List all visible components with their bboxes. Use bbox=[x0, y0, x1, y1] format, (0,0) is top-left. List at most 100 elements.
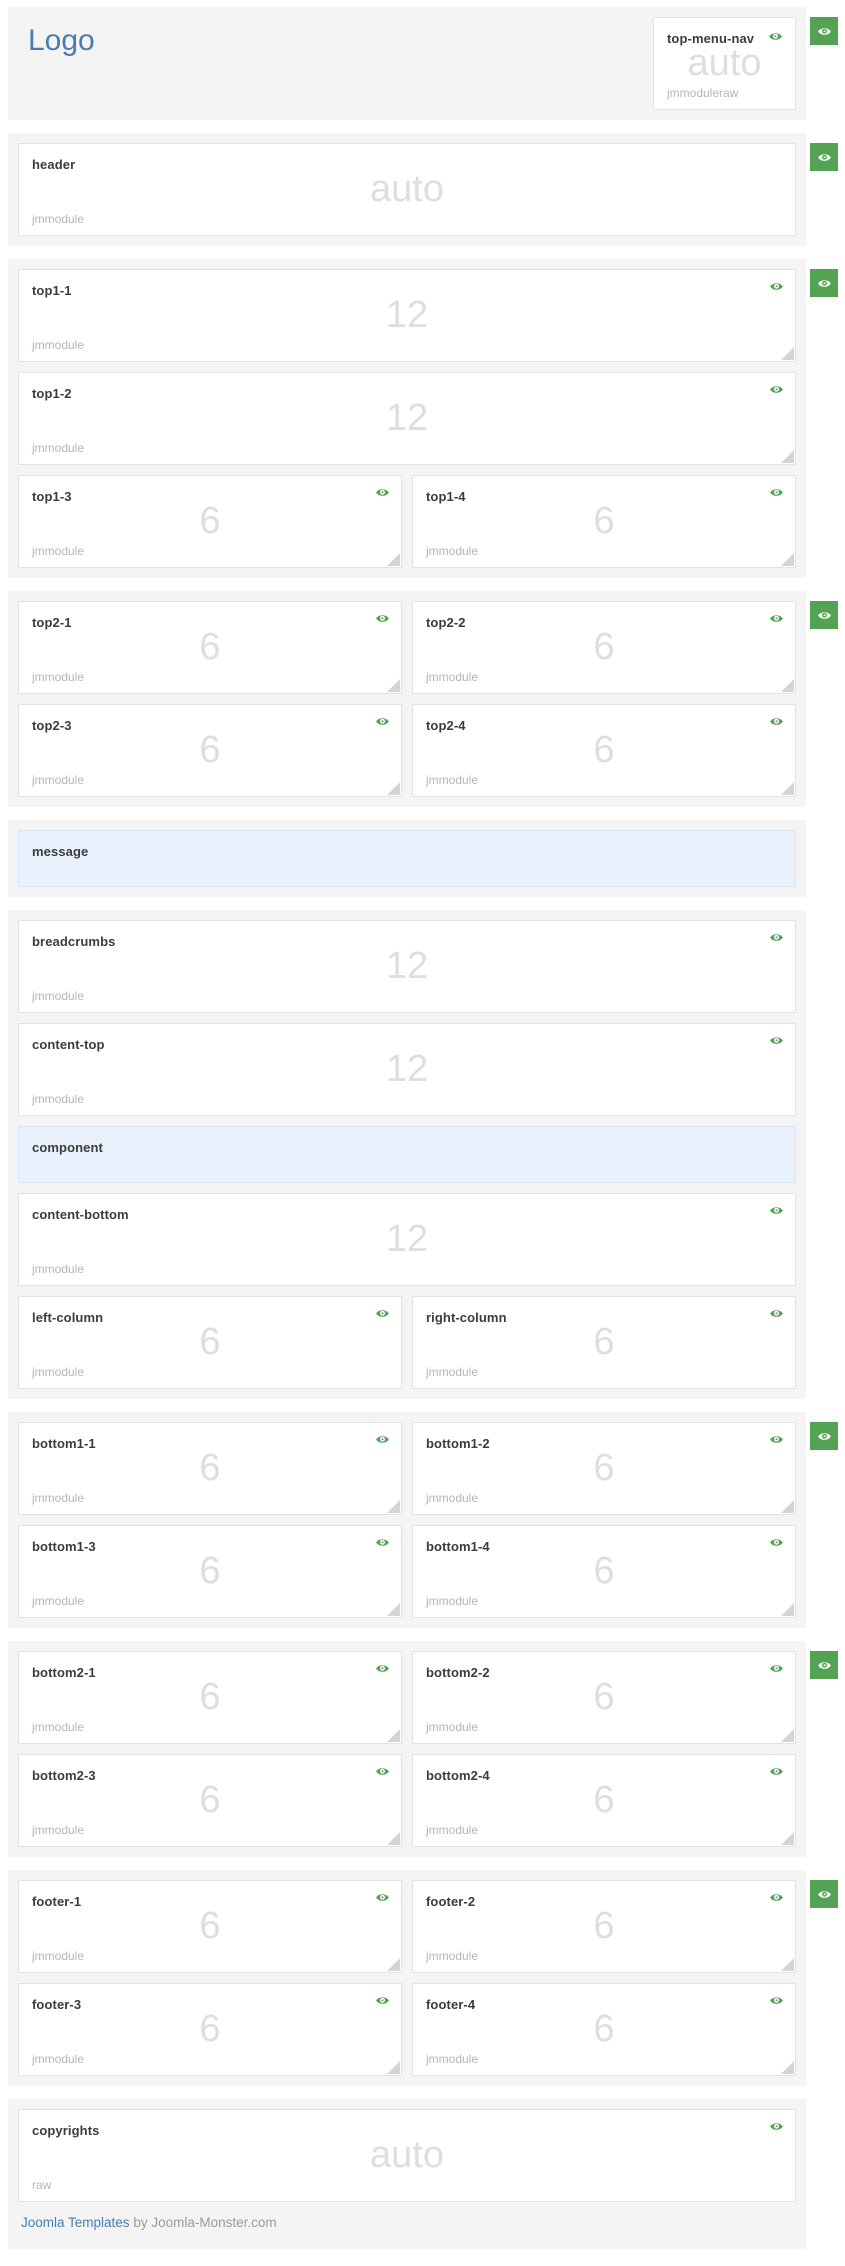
module-row: message bbox=[18, 830, 796, 887]
position-box-top1-2: top1-212jmmodule bbox=[18, 372, 796, 465]
module-type-label: jmmodule bbox=[32, 670, 84, 684]
eye-icon[interactable] bbox=[375, 1308, 390, 1319]
eye-icon[interactable] bbox=[768, 31, 783, 42]
module-type-label: jmmodule bbox=[32, 338, 84, 352]
grid-size-value: 6 bbox=[19, 731, 401, 769]
eye-icon[interactable] bbox=[769, 1035, 784, 1046]
position-box-left-column: left-column6jmmodule bbox=[18, 1296, 402, 1389]
section-visibility-toggle-button[interactable] bbox=[810, 1651, 838, 1679]
eye-icon[interactable] bbox=[375, 1766, 390, 1777]
resize-handle[interactable] bbox=[387, 1603, 400, 1616]
section-visibility-toggle-button[interactable] bbox=[810, 17, 838, 45]
section-header: headerautojmmodule bbox=[8, 133, 806, 246]
section-row-copyrights: copyrightsautorawJoomla Templates by Joo… bbox=[8, 2099, 845, 2249]
eye-icon[interactable] bbox=[769, 613, 784, 624]
eye-icon[interactable] bbox=[769, 487, 784, 498]
eye-icon[interactable] bbox=[769, 1766, 784, 1777]
grid-size-value: 6 bbox=[413, 628, 795, 666]
eye-icon[interactable] bbox=[769, 716, 784, 727]
section-message: message bbox=[8, 820, 806, 897]
eye-icon[interactable] bbox=[375, 1663, 390, 1674]
section-row-bottom1: bottom1-16jmmodulebottom1-26jmmodule bott… bbox=[8, 1412, 845, 1628]
section-top: Logo top-menu-navautojmmoduleraw bbox=[8, 7, 806, 120]
eye-icon[interactable] bbox=[769, 1205, 784, 1216]
grid-size-value: 6 bbox=[413, 502, 795, 540]
resize-handle[interactable] bbox=[781, 679, 794, 692]
resize-handle[interactable] bbox=[781, 1500, 794, 1513]
eye-icon[interactable] bbox=[769, 932, 784, 943]
resize-handle[interactable] bbox=[781, 1729, 794, 1742]
eye-icon[interactable] bbox=[375, 1537, 390, 1548]
section-top1: top1-112jmmoduletop1-212jmmoduletop1-36j… bbox=[8, 259, 806, 578]
eye-icon[interactable] bbox=[769, 1434, 784, 1445]
module-type-label: jmmodule bbox=[32, 1365, 84, 1379]
section-rows-top1: top1-112jmmoduletop1-212jmmoduletop1-36j… bbox=[18, 269, 796, 568]
resize-handle[interactable] bbox=[781, 1958, 794, 1971]
resize-handle[interactable] bbox=[387, 1958, 400, 1971]
module-type-label: jmmodule bbox=[426, 773, 478, 787]
resize-handle[interactable] bbox=[387, 1500, 400, 1513]
section-rows-copyrights: copyrightsautorawJoomla Templates by Joo… bbox=[18, 2109, 796, 2230]
resize-handle[interactable] bbox=[781, 553, 794, 566]
eye-icon[interactable] bbox=[769, 384, 784, 395]
resize-handle[interactable] bbox=[387, 553, 400, 566]
module-row: top2-16jmmoduletop2-26jmmodule bbox=[18, 601, 796, 694]
section-rows-header: headerautojmmodule bbox=[18, 143, 796, 236]
module-type-label: jmmodule bbox=[426, 1594, 478, 1608]
eye-icon[interactable] bbox=[375, 487, 390, 498]
joomla-templates-link[interactable]: Joomla Templates bbox=[21, 2215, 130, 2230]
position-box-top1-4: top1-46jmmodule bbox=[412, 475, 796, 568]
resize-handle[interactable] bbox=[387, 679, 400, 692]
position-box-bottom1-4: bottom1-46jmmodule bbox=[412, 1525, 796, 1618]
section-visibility-toggle-button[interactable] bbox=[810, 269, 838, 297]
resize-handle[interactable] bbox=[781, 347, 794, 360]
eye-icon[interactable] bbox=[375, 1892, 390, 1903]
section-visibility-toggle-button[interactable] bbox=[810, 1880, 838, 1908]
grid-size-value: 6 bbox=[413, 1323, 795, 1361]
eye-icon[interactable] bbox=[769, 281, 784, 292]
module-type-label: raw bbox=[32, 2178, 51, 2192]
eye-icon[interactable] bbox=[375, 1434, 390, 1445]
eye-icon[interactable] bbox=[375, 613, 390, 624]
eye-icon[interactable] bbox=[769, 1308, 784, 1319]
grid-size-value: 6 bbox=[19, 2010, 401, 2048]
eye-icon[interactable] bbox=[375, 1995, 390, 2006]
resize-handle[interactable] bbox=[781, 782, 794, 795]
module-row: bottom2-36jmmodulebottom2-46jmmodule bbox=[18, 1754, 796, 1847]
position-label: message bbox=[32, 844, 88, 859]
module-row: content-bottom12jmmodule bbox=[18, 1193, 796, 1286]
resize-handle[interactable] bbox=[387, 1729, 400, 1742]
position-box-breadcrumbs: breadcrumbs12jmmodule bbox=[18, 920, 796, 1013]
site-logo: Logo bbox=[18, 17, 374, 58]
grid-size-value: 6 bbox=[19, 502, 401, 540]
grid-size-value: auto bbox=[19, 2136, 795, 2174]
position-box-bottom2-1: bottom2-16jmmodule bbox=[18, 1651, 402, 1744]
module-row: footer-36jmmodulefooter-46jmmodule bbox=[18, 1983, 796, 2076]
eye-icon[interactable] bbox=[769, 1995, 784, 2006]
module-type-label: jmmodule bbox=[426, 1365, 478, 1379]
position-box-top-menu-nav: top-menu-navautojmmoduleraw bbox=[653, 17, 796, 110]
credits-line: Joomla Templates by Joomla-Monster.com bbox=[21, 2215, 796, 2230]
grid-size-value: 12 bbox=[19, 1050, 795, 1088]
section-visibility-toggle-button[interactable] bbox=[810, 1422, 838, 1450]
module-row: bottom1-16jmmodulebottom1-26jmmodule bbox=[18, 1422, 796, 1515]
resize-handle[interactable] bbox=[781, 450, 794, 463]
eye-icon[interactable] bbox=[769, 1892, 784, 1903]
module-type-label: jmmodule bbox=[426, 1949, 478, 1963]
module-row: component bbox=[18, 1126, 796, 1183]
resize-handle[interactable] bbox=[387, 1832, 400, 1845]
resize-handle[interactable] bbox=[781, 1603, 794, 1616]
eye-icon[interactable] bbox=[769, 2121, 784, 2132]
position-box-top1-1: top1-112jmmodule bbox=[18, 269, 796, 362]
resize-handle[interactable] bbox=[781, 2061, 794, 2074]
resize-handle[interactable] bbox=[781, 1832, 794, 1845]
resize-handle[interactable] bbox=[387, 782, 400, 795]
resize-handle[interactable] bbox=[387, 2061, 400, 2074]
eye-icon[interactable] bbox=[375, 716, 390, 727]
section-visibility-toggle-button[interactable] bbox=[810, 143, 838, 171]
eye-icon[interactable] bbox=[769, 1537, 784, 1548]
section-rows-message: message bbox=[18, 830, 796, 887]
module-type-label: jmmodule bbox=[32, 1594, 84, 1608]
eye-icon[interactable] bbox=[769, 1663, 784, 1674]
section-visibility-toggle-button[interactable] bbox=[810, 601, 838, 629]
